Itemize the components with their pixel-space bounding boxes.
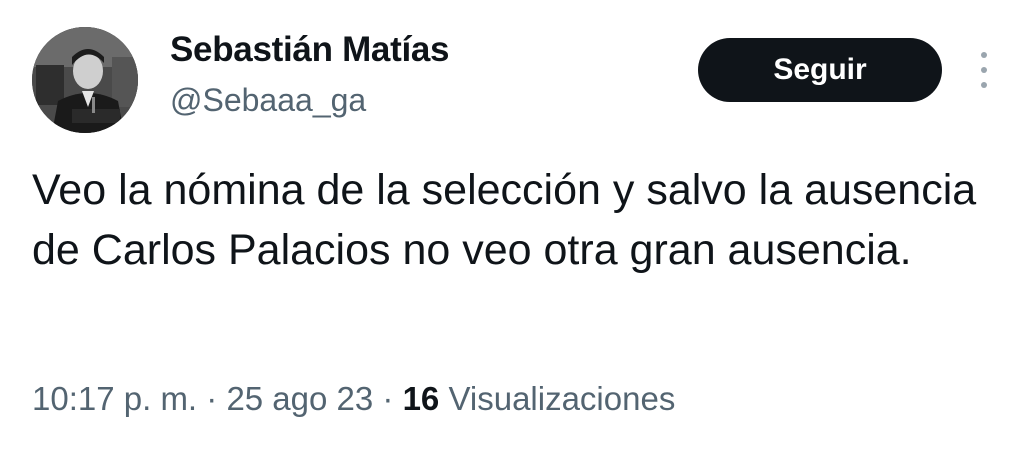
tweet-text: Veo la nómina de la selección y salvo la…: [32, 166, 977, 274]
follow-button[interactable]: Seguir: [698, 38, 942, 102]
tweet-meta: 10:17 p. m. · 25 ago 23 · 16 Visualizaci…: [32, 380, 675, 418]
avatar-image: [32, 27, 138, 133]
more-vertical-icon[interactable]: [972, 52, 996, 88]
dot: [981, 67, 987, 73]
views-label: Visualizaciones: [448, 380, 676, 417]
avatar[interactable]: [32, 27, 138, 133]
views-count: 16: [402, 380, 440, 417]
author-display-name[interactable]: Sebastián Matías: [170, 30, 450, 70]
tweet-card: Sebastián Matías @Sebaaa_ga Seguir Veo l…: [0, 0, 1024, 459]
tweet-date[interactable]: 25 ago 23: [226, 380, 373, 417]
meta-separator: ·: [373, 380, 403, 417]
dot: [981, 52, 987, 58]
dot: [981, 82, 987, 88]
tweet-time[interactable]: 10:17 p. m.: [32, 380, 197, 417]
author-handle[interactable]: @Sebaaa_ga: [170, 82, 366, 119]
meta-separator: ·: [197, 380, 227, 417]
